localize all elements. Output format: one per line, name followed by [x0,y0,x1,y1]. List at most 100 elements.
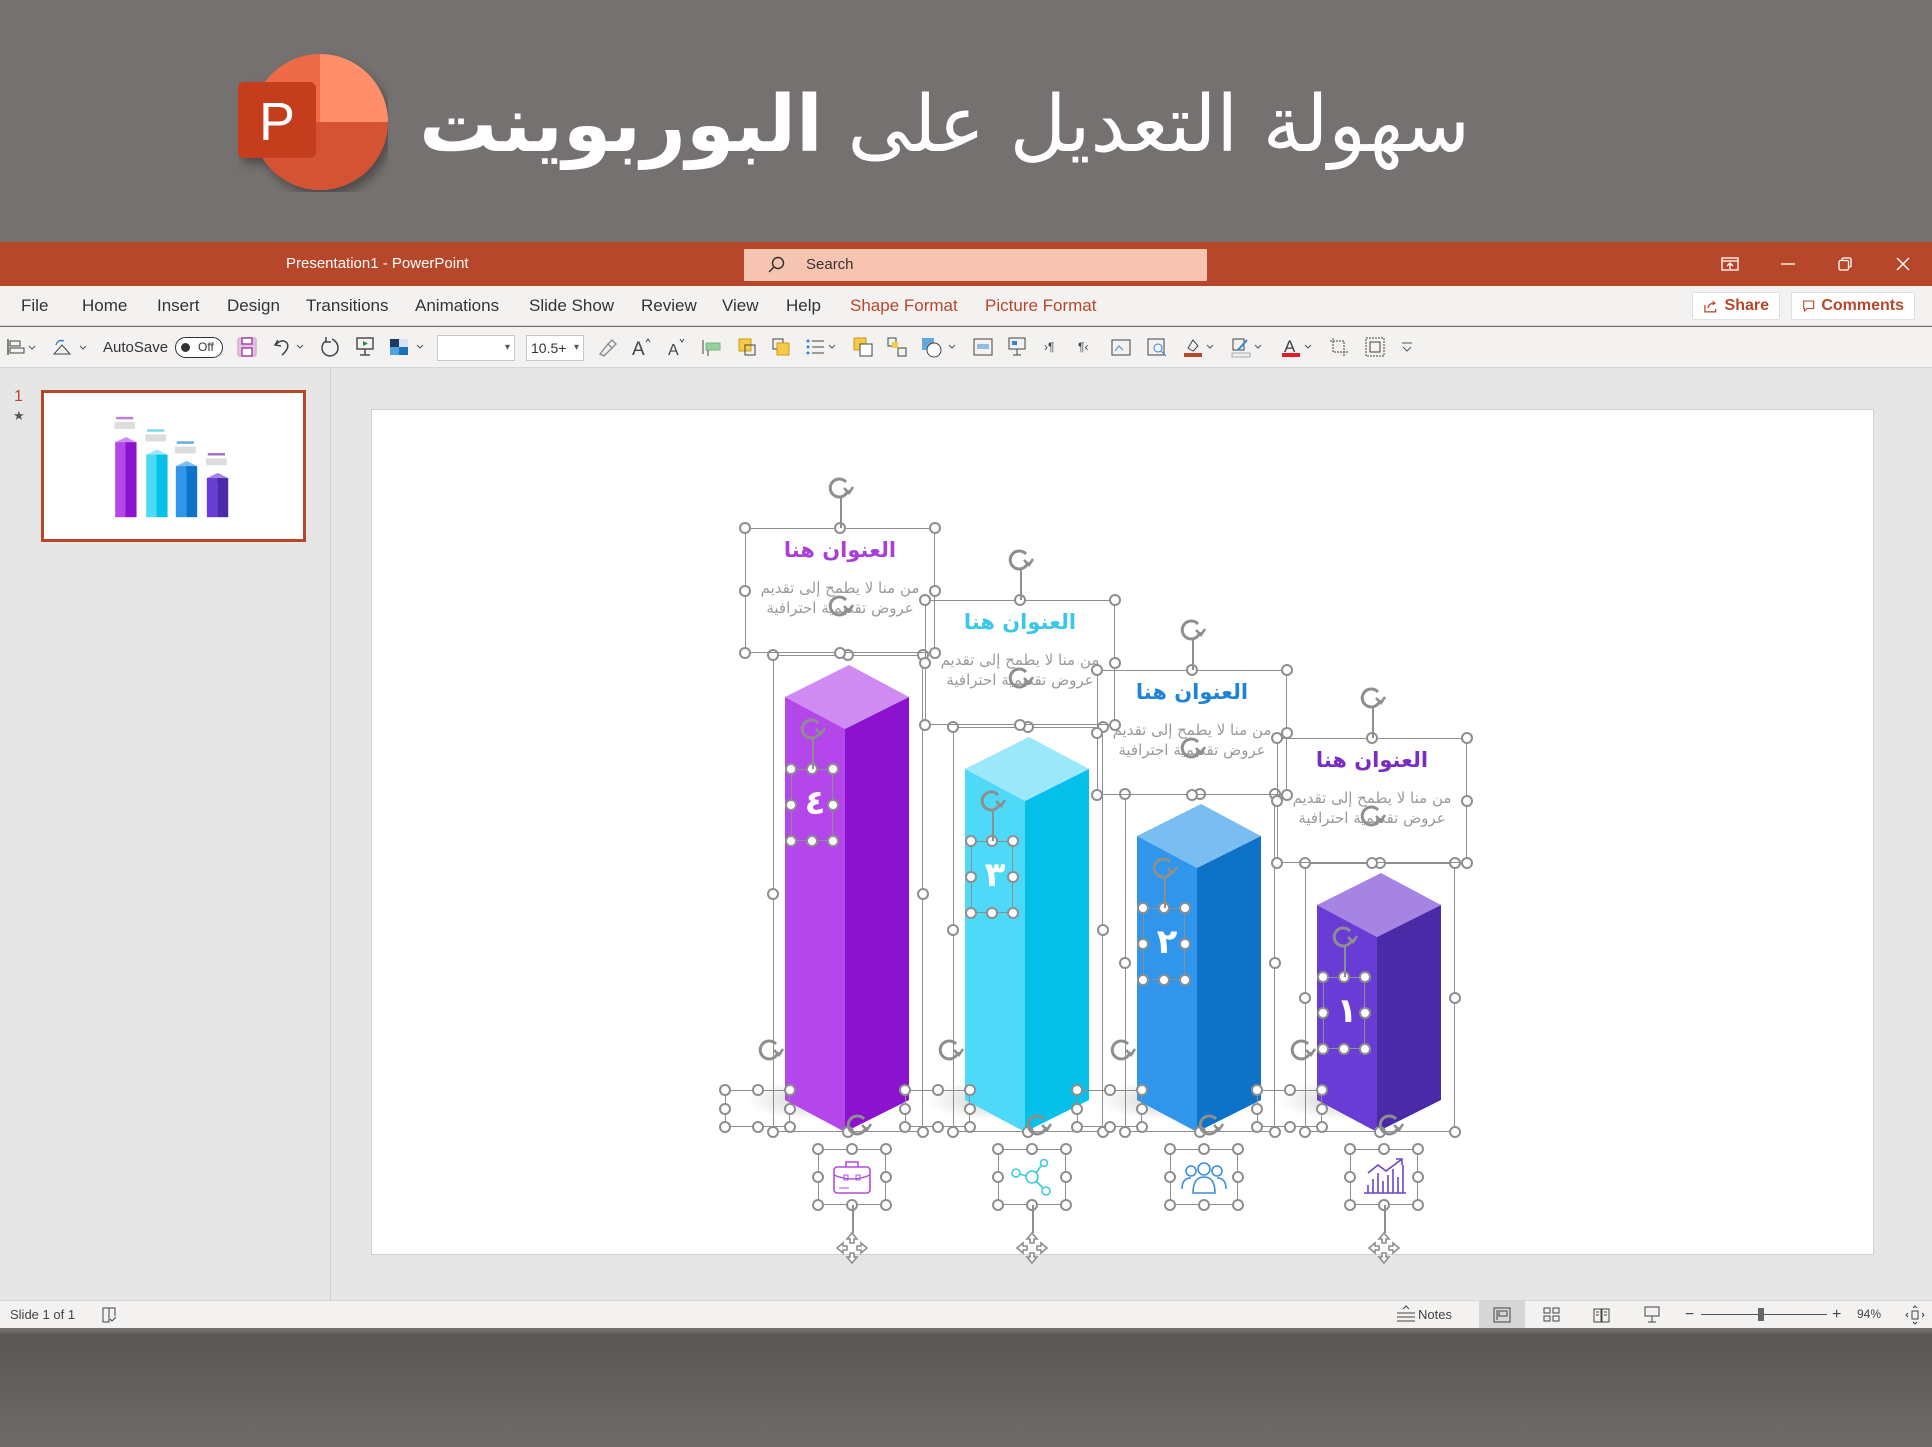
resize-handle[interactable] [929,584,941,597]
resize-handle[interactable] [1344,1143,1356,1155]
resize-handle[interactable] [1281,664,1293,676]
resize-handle[interactable] [1359,971,1371,983]
tab-design[interactable]: Design [227,286,280,326]
resize-handle[interactable] [965,907,977,919]
arrange-button[interactable] [886,335,910,359]
resize-handle[interactable] [1449,857,1461,869]
resize-handle[interactable] [964,1102,976,1115]
resize-handle[interactable] [1449,1126,1461,1138]
reading-view-button[interactable] [1579,1301,1625,1328]
slide-thumbnail[interactable] [41,390,306,542]
resize-handle[interactable] [947,1126,959,1138]
resize-handle[interactable] [1251,1084,1263,1096]
resize-handle[interactable] [1179,938,1191,950]
font-color-button[interactable]: A [1280,335,1316,359]
zoom-slider-thumb[interactable] [1758,1308,1764,1321]
resize-handle[interactable] [1412,1171,1424,1183]
tab-picture-format[interactable]: Picture Format [985,286,1096,326]
resize-handle[interactable] [1316,1084,1328,1096]
close-button[interactable] [1880,242,1926,286]
tab-transitions[interactable]: Transitions [306,286,389,326]
column-title[interactable]: العنوان هنا [925,610,1115,634]
resize-handle[interactable] [1198,1199,1210,1211]
resize-handle[interactable] [1299,991,1311,1004]
resize-handle[interactable] [784,1102,796,1115]
resize-handle[interactable] [1119,788,1131,800]
column-title[interactable]: العنوان هنا [745,538,935,562]
shape-fill-button[interactable] [1182,335,1218,359]
new-slide-button[interactable] [1006,335,1030,359]
decrease-font-button[interactable]: A [666,335,690,359]
resize-handle[interactable] [1317,1043,1329,1055]
align-button[interactable] [6,335,36,359]
resize-handle[interactable] [1164,1143,1176,1155]
resize-handle[interactable] [931,1084,944,1096]
resize-handle[interactable] [1103,1084,1116,1096]
resize-handle[interactable] [1359,1007,1371,1019]
resize-handle[interactable] [1461,857,1473,869]
resize-handle[interactable] [739,647,751,659]
group-objects-button[interactable] [1364,335,1388,359]
rotate-handle-icon[interactable] [798,715,826,743]
tab-view[interactable]: View [722,286,759,326]
resize-handle[interactable] [1119,1126,1131,1138]
resize-handle[interactable] [992,1171,1004,1183]
resize-handle[interactable] [1164,1171,1176,1183]
tab-shape-format[interactable]: Shape Format [850,286,958,326]
column-title[interactable]: العنوان هنا [1277,748,1467,772]
slide-canvas[interactable]: ٤ العنوان هنا من منا لا يطمح إلى تقديم عرو… [371,409,1874,1265]
rotate-handle-icon[interactable] [1178,616,1206,644]
resize-handle[interactable] [899,1121,911,1133]
resize-handle[interactable] [1283,1121,1296,1133]
ribbon-display-options-button[interactable] [1707,242,1753,286]
rotate-handle-icon[interactable] [844,1111,872,1139]
rotate-handle-icon[interactable] [978,787,1006,815]
selection-pane-button[interactable] [1146,335,1170,359]
resize-handle[interactable] [827,799,839,811]
resize-handle[interactable] [1109,656,1121,669]
resize-handle[interactable] [1164,1199,1176,1211]
column-title[interactable]: العنوان هنا [1097,680,1287,704]
resize-handle[interactable] [827,763,839,775]
resize-handle[interactable] [1109,594,1121,606]
resize-handle[interactable] [1007,871,1019,883]
resize-handle[interactable] [899,1084,911,1096]
tab-home[interactable]: Home [82,286,127,326]
resize-handle[interactable] [785,799,797,811]
text-box-button[interactable] [972,335,996,359]
resize-handle[interactable] [1179,974,1191,986]
rotate-handle-icon[interactable] [1006,546,1034,574]
resize-handle[interactable] [1232,1171,1244,1183]
resize-handle[interactable] [947,923,959,936]
resize-handle[interactable] [1251,1102,1263,1115]
resize-handle[interactable] [767,1126,779,1138]
resize-handle[interactable] [751,1121,764,1133]
resize-handle[interactable] [1158,974,1170,986]
resize-handle[interactable] [785,835,797,847]
rotate-handle-icon[interactable] [1358,802,1386,830]
rotate-handle-icon[interactable] [1330,923,1358,951]
accessibility-check-button[interactable] [100,1306,118,1327]
resize-handle[interactable] [719,1102,731,1115]
resize-handle[interactable] [834,647,846,659]
save-button[interactable] [236,335,258,359]
resize-handle[interactable] [1179,902,1191,914]
resize-handle[interactable] [1091,726,1103,739]
resize-handle[interactable] [1136,1084,1148,1096]
growth-chart-icon[interactable] [1356,1155,1412,1199]
resize-handle[interactable] [880,1199,892,1211]
resize-handle[interactable] [1232,1143,1244,1155]
normal-view-button[interactable] [1479,1301,1525,1328]
resize-handle[interactable] [1198,1143,1210,1155]
resize-handle[interactable] [1137,974,1149,986]
resize-handle[interactable] [1232,1199,1244,1211]
resize-handle[interactable] [917,1126,929,1138]
resize-handle[interactable] [1137,902,1149,914]
resize-handle[interactable] [1299,1126,1311,1138]
resize-handle[interactable] [919,719,931,731]
resize-handle[interactable] [1316,1121,1328,1133]
bullets-button[interactable] [804,335,840,359]
resize-handle[interactable] [1412,1199,1424,1211]
rotate-handle-icon[interactable] [1288,1036,1316,1064]
rotate-button[interactable] [50,335,90,359]
